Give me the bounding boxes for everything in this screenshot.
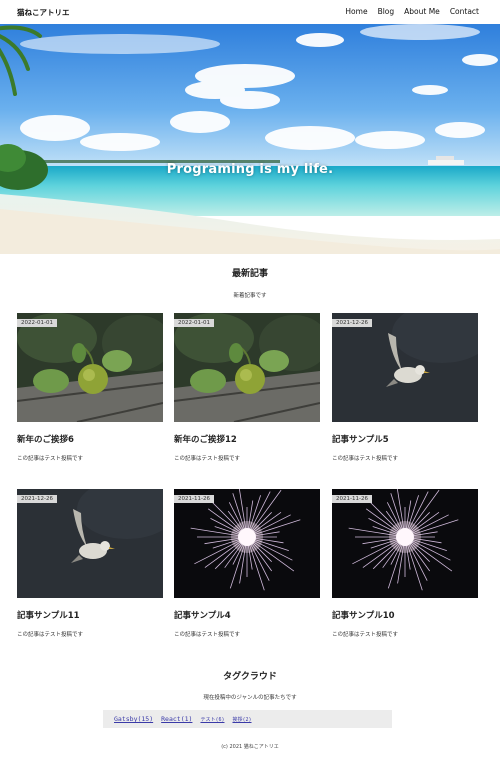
fruit-photo [17, 313, 163, 422]
hero-banner: Programing is my life. [0, 24, 500, 254]
nav-about[interactable]: About Me [404, 7, 440, 16]
post-thumbnail[interactable]: 2021-11-26 [174, 489, 320, 598]
seagull-photo [17, 489, 163, 598]
sparkler-photo [332, 489, 478, 598]
post-card[interactable]: 2022-01-01 新年のご挨拶6 この記事はテスト投稿です [17, 313, 163, 462]
post-date-badge: 2021-11-26 [174, 495, 214, 503]
tag-react[interactable]: React(1) [161, 715, 192, 723]
post-title[interactable]: 新年のご挨拶6 [17, 433, 163, 445]
post-excerpt: この記事はテスト投稿です [332, 632, 399, 638]
post-date-badge: 2021-11-26 [332, 495, 372, 503]
nav-blog[interactable]: Blog [378, 7, 395, 16]
nav-home[interactable]: Home [345, 7, 367, 16]
main-nav: Home Blog About Me Contact [345, 7, 479, 16]
post-card[interactable]: 2021-12-26 記事サンプル11 この記事はテスト投稿です [17, 489, 163, 638]
latest-heading: 最新記事 [231, 269, 268, 279]
post-title[interactable]: 記事サンプル10 [332, 609, 478, 621]
sparkler-photo [174, 489, 320, 598]
post-title[interactable]: 新年のご挨拶12 [174, 433, 320, 445]
post-thumbnail[interactable]: 2021-12-26 [332, 313, 478, 422]
latest-subheading: 新着記事です [233, 293, 267, 299]
tagcloud-subheading: 現在投稿中のジャンルの記事たちです [203, 695, 297, 701]
post-card[interactable]: 2021-11-26 記事サンプル10 この記事はテスト投稿です [332, 489, 478, 638]
post-date-badge: 2021-12-26 [332, 319, 372, 327]
hero-title: Programing is my life. [166, 162, 334, 177]
post-excerpt: この記事はテスト投稿です [332, 456, 399, 462]
post-date-badge: 2022-01-01 [17, 319, 57, 327]
site-brand[interactable]: 猫ねこアトリエ [17, 7, 70, 18]
post-card[interactable]: 2021-12-26 記事サンプル5 この記事はテスト投稿です [332, 313, 478, 462]
post-title[interactable]: 記事サンプル4 [174, 609, 320, 621]
post-title[interactable]: 記事サンプル5 [332, 433, 478, 445]
post-date-badge: 2021-12-26 [17, 495, 57, 503]
post-excerpt: この記事はテスト投稿です [174, 456, 241, 462]
site-footer: (c) 2021 猫ねこアトリエ [221, 744, 279, 750]
tag-greeting[interactable]: 挨拶(2) [232, 716, 251, 723]
post-date-badge: 2022-01-01 [174, 319, 214, 327]
post-card[interactable]: 2021-11-26 記事サンプル4 この記事はテスト投稿です [174, 489, 320, 638]
post-thumbnail[interactable]: 2022-01-01 [174, 313, 320, 422]
post-card[interactable]: 2022-01-01 新年のご挨拶12 この記事はテスト投稿です [174, 313, 320, 462]
post-thumbnail[interactable]: 2021-12-26 [17, 489, 163, 598]
post-excerpt: この記事はテスト投稿です [17, 632, 84, 638]
tag-gatsby[interactable]: Gatsby(15) [114, 715, 153, 723]
post-excerpt: この記事はテスト投稿です [174, 632, 241, 638]
post-thumbnail[interactable]: 2022-01-01 [17, 313, 163, 422]
seagull-photo [332, 313, 478, 422]
site-header: 猫ねこアトリエ Home Blog About Me Contact [0, 0, 500, 24]
nav-contact[interactable]: Contact [450, 7, 479, 16]
tag-cloud: Gatsby(15) React(1) テスト(6) 挨拶(2) [103, 710, 392, 728]
post-thumbnail[interactable]: 2021-11-26 [332, 489, 478, 598]
beach-hero-image [0, 24, 500, 254]
tagcloud-heading: タグクラウド [223, 672, 277, 682]
post-title[interactable]: 記事サンプル11 [17, 609, 163, 621]
fruit-photo [174, 313, 320, 422]
post-excerpt: この記事はテスト投稿です [17, 456, 84, 462]
tag-test[interactable]: テスト(6) [200, 716, 224, 723]
